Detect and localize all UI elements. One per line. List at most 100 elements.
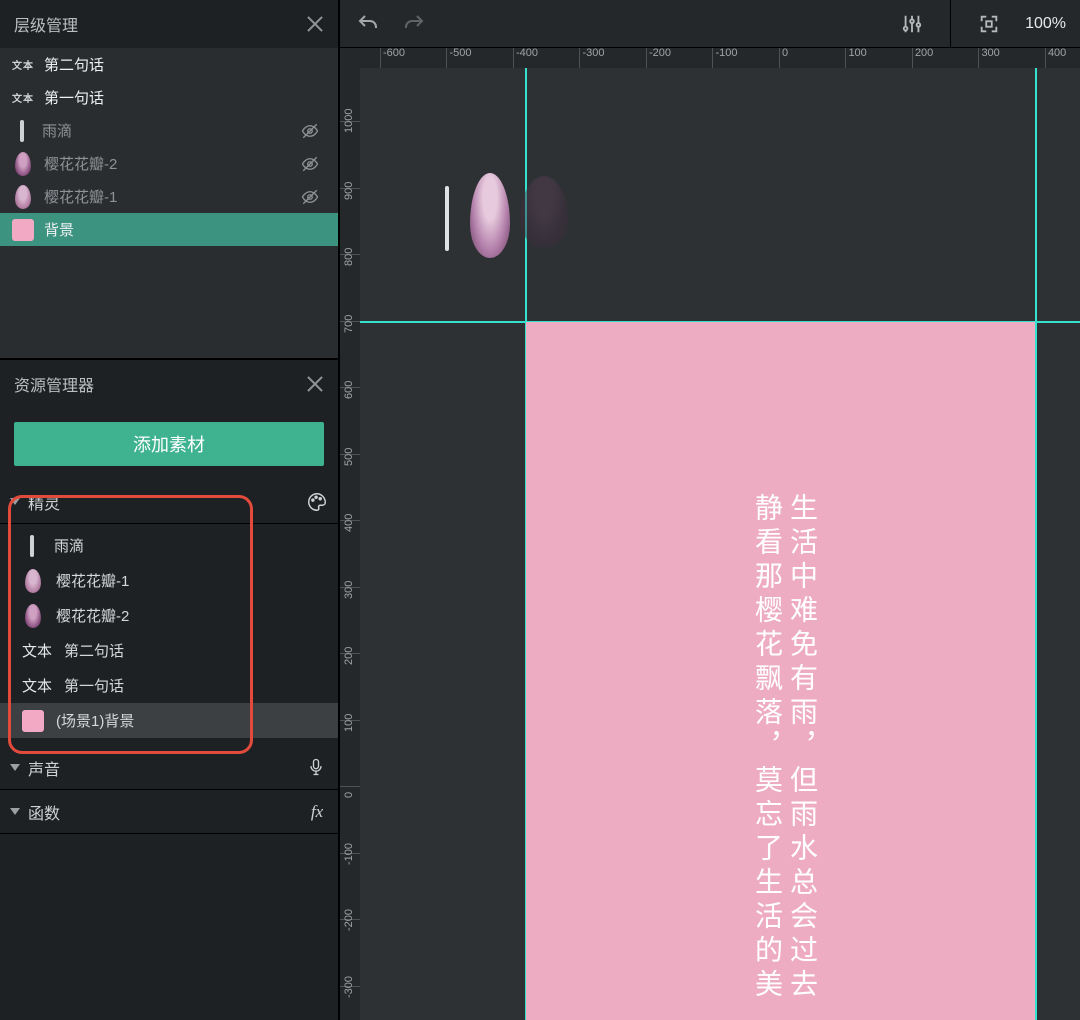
ruler-tick: 500: [340, 454, 360, 467]
ruler-tick: 200: [340, 653, 360, 666]
text-tag-icon: 文本: [22, 675, 52, 696]
resource-item[interactable]: 文本第二句话: [0, 633, 338, 668]
resource-label: 樱花花瓣-1: [56, 570, 129, 591]
poem-line-2[interactable]: 静看那樱花飘落，莫忘了生活的美: [750, 493, 785, 1003]
ruler-tick: -500: [446, 48, 471, 68]
palette-icon[interactable]: [306, 491, 328, 513]
sliders-icon[interactable]: [898, 10, 926, 38]
resources-close-icon[interactable]: [306, 375, 324, 393]
add-asset-button[interactable]: 添加素材: [14, 422, 324, 466]
resource-item[interactable]: (场景1)背景: [0, 703, 338, 738]
petal-thumb-icon: [25, 604, 41, 628]
toolbar-separator: [950, 0, 951, 48]
resource-label: (场景1)背景: [56, 710, 134, 731]
resources-title: 资源管理器: [14, 372, 94, 396]
raindrop-thumb-icon: [20, 120, 24, 142]
layer-row[interactable]: 雨滴: [0, 114, 338, 147]
resource-item[interactable]: 樱花花瓣-2: [0, 598, 338, 633]
ruler-tick: -100: [712, 48, 737, 68]
ruler-horizontal: -600 -500 -400 -300 -200 -100 0 100 200 300 400: [360, 48, 1080, 68]
layer-row[interactable]: 樱花花瓣-1: [0, 180, 338, 213]
ruler-tick: 300: [340, 587, 360, 600]
redo-button[interactable]: [400, 10, 428, 38]
ruler-tick: -600: [380, 48, 405, 68]
group-sounds[interactable]: 声音: [0, 746, 338, 790]
resources-panel-header: 资源管理器: [0, 360, 338, 408]
petal-thumb-icon: [15, 152, 31, 176]
hierarchy-list: 文本第二句话文本第一句话雨滴樱花花瓣-2樱花花瓣-1背景: [0, 48, 338, 358]
petal-thumb-icon: [25, 569, 41, 593]
hierarchy-close-icon[interactable]: [306, 15, 324, 33]
ruler-tick: 100: [845, 48, 866, 68]
hierarchy-panel-header: 层级管理: [0, 0, 338, 48]
ruler-tick: -200: [340, 919, 360, 932]
fit-screen-icon[interactable]: [975, 10, 1003, 38]
microphone-icon[interactable]: [306, 757, 328, 779]
layer-row[interactable]: 樱花花瓣-2: [0, 147, 338, 180]
canvas-toolbar: 100%: [340, 0, 1080, 48]
layer-label: 雨滴: [42, 120, 72, 141]
layer-label: 背景: [44, 219, 74, 240]
ruler-tick: 0: [340, 786, 360, 799]
ruler-tick: 800: [340, 254, 360, 267]
ruler-tick: 100: [340, 720, 360, 733]
resource-item[interactable]: 樱花花瓣-1: [0, 563, 338, 598]
layer-label: 第一句话: [44, 87, 104, 108]
poem-line-1[interactable]: 生活中难免有雨，但雨水总会过去: [785, 493, 820, 1003]
resource-item[interactable]: 文本第一句话: [0, 668, 338, 703]
sprite-raindrop[interactable]: [445, 186, 449, 251]
ruler-tick: 400: [1045, 48, 1066, 68]
resource-label: 雨滴: [54, 535, 84, 556]
background-thumb-icon: [22, 710, 44, 732]
visibility-off-icon[interactable]: [298, 122, 324, 140]
layer-label: 第二句话: [44, 54, 104, 75]
ruler-vertical: 10009008007006005004003002001000-100-200…: [340, 68, 360, 1020]
ruler-tick: -300: [579, 48, 604, 68]
ruler-tick: -100: [340, 853, 360, 866]
background-thumb-icon: [12, 219, 34, 241]
group-functions[interactable]: 函数 fx: [0, 790, 338, 834]
text-tag-icon: 文本: [12, 90, 34, 105]
zoom-level[interactable]: 100%: [1025, 15, 1066, 33]
ruler-tick: 400: [340, 520, 360, 533]
petal-thumb-icon: [15, 185, 31, 209]
ruler-tick: 200: [912, 48, 933, 68]
ruler-tick: -200: [646, 48, 671, 68]
workspace[interactable]: -600 -500 -400 -300 -200 -100 0 100 200 300 400 10…: [340, 48, 1080, 1020]
ruler-tick: -400: [513, 48, 538, 68]
group-functions-label: 函数: [28, 800, 300, 824]
chevron-down-icon: [10, 764, 20, 771]
resource-label: 第一句话: [64, 675, 124, 696]
text-tag-icon: 文本: [12, 57, 34, 72]
visibility-off-icon[interactable]: [298, 155, 324, 173]
layer-row[interactable]: 文本第二句话: [0, 48, 338, 81]
group-sounds-label: 声音: [28, 756, 300, 780]
resource-label: 樱花花瓣-2: [56, 605, 129, 626]
chevron-down-icon: [10, 498, 20, 505]
group-sprites[interactable]: 精灵: [0, 480, 338, 524]
ruler-tick: 600: [340, 387, 360, 400]
group-sprites-label: 精灵: [28, 490, 300, 514]
ruler-tick: 300: [978, 48, 999, 68]
resource-item[interactable]: 雨滴: [0, 528, 338, 563]
visibility-off-icon[interactable]: [298, 188, 324, 206]
sprite-petal-2[interactable]: [520, 176, 568, 248]
ruler-tick: 700: [340, 321, 360, 334]
chevron-down-icon: [10, 808, 20, 815]
sprite-petal-1[interactable]: [470, 173, 510, 258]
ruler-tick: 900: [340, 188, 360, 201]
add-asset-label: 添加素材: [133, 431, 205, 457]
selection-outline: [1035, 68, 1037, 1020]
canvas[interactable]: 生活中难免有雨，但雨水总会过去 静看那樱花飘落，莫忘了生活的美: [360, 68, 1080, 1020]
ruler-tick: 1000: [340, 121, 360, 134]
ruler-tick: -300: [340, 986, 360, 999]
hierarchy-title: 层级管理: [14, 12, 78, 36]
sprite-list: 雨滴樱花花瓣-1樱花花瓣-2文本第二句话文本第一句话(场景1)背景: [0, 524, 338, 746]
resource-label: 第二句话: [64, 640, 124, 661]
ruler-tick: 0: [779, 48, 788, 68]
layer-row[interactable]: 文本第一句话: [0, 81, 338, 114]
fx-icon[interactable]: fx: [306, 801, 328, 823]
layer-label: 樱花花瓣-2: [44, 153, 117, 174]
layer-row[interactable]: 背景: [0, 213, 338, 246]
undo-button[interactable]: [354, 10, 382, 38]
